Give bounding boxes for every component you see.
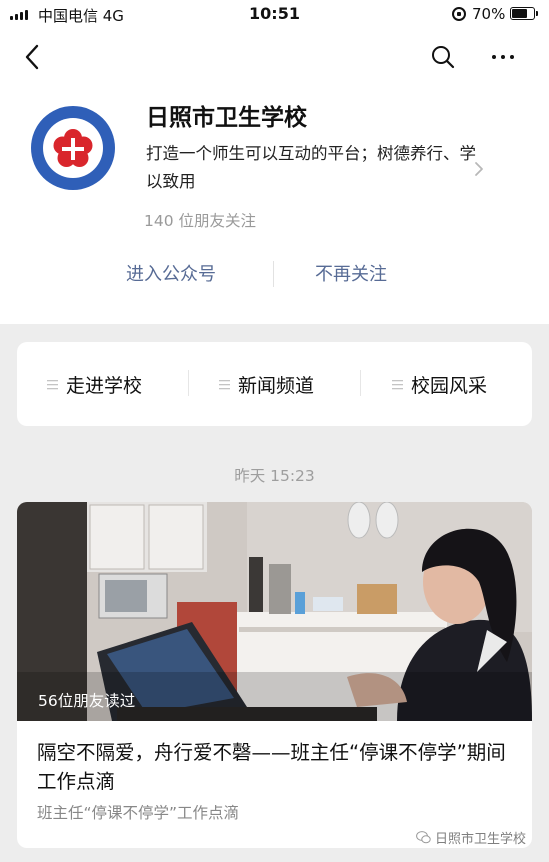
- article-card[interactable]: 56位朋友读过 隔空不隔爱，舟行爱不磬——班主任“停课不停学”期间工作点滴 班主…: [17, 502, 532, 848]
- message-timestamp: 昨天 15:23: [234, 467, 315, 485]
- status-bar: 中国电信 4G 10:51 70%: [0, 0, 549, 28]
- account-description[interactable]: 打造一个师生可以互动的平台；树德养行、学以致用: [146, 140, 476, 196]
- chevron-right-icon[interactable]: [472, 159, 486, 179]
- school-logo: [31, 106, 115, 190]
- clock: 10:51: [249, 4, 300, 23]
- search-icon: [432, 46, 455, 69]
- menu-lines-icon: [47, 380, 58, 390]
- watermark: 日照市卫生学校: [416, 828, 526, 847]
- battery-percent: 70%: [472, 5, 506, 23]
- menu-lines-icon: [392, 380, 403, 390]
- menu-item-label: 走进学校: [66, 375, 143, 397]
- dot-icon: [510, 55, 514, 59]
- dot-icon: [492, 55, 496, 59]
- menu-item-news[interactable]: 新闻频道: [219, 371, 314, 398]
- account-menu: 走进学校 新闻频道 校园风采: [17, 342, 532, 426]
- watermark-text: 日照市卫生学校: [435, 832, 527, 847]
- read-count: 56位朋友读过: [38, 692, 136, 710]
- divider: [188, 370, 189, 396]
- dot-icon: [501, 55, 505, 59]
- rotation-lock-icon: [452, 7, 466, 21]
- unfollow-button[interactable]: 不再关注: [315, 260, 387, 286]
- back-arrow-icon: [25, 44, 39, 70]
- menu-lines-icon: [219, 380, 230, 390]
- account-header: 日照市卫生学校 打造一个师生可以互动的平台；树德养行、学以致用 140 位朋友关…: [0, 28, 549, 324]
- more-options-button[interactable]: [492, 52, 522, 62]
- enter-account-button[interactable]: 进入公众号: [126, 260, 216, 286]
- menu-item-label: 校园风采: [411, 375, 488, 397]
- battery-icon: [510, 7, 538, 20]
- divider: [273, 261, 274, 287]
- account-name: 日照市卫生学校: [146, 105, 307, 131]
- back-button[interactable]: [22, 44, 46, 70]
- divider: [360, 370, 361, 396]
- article-summary: 班主任“停课不停学”工作点滴: [37, 804, 240, 822]
- menu-item-label: 新闻频道: [238, 375, 315, 397]
- menu-item-campus[interactable]: 校园风采: [392, 371, 487, 398]
- menu-item-about-school[interactable]: 走进学校: [47, 371, 142, 398]
- article-title[interactable]: 隔空不隔爱，舟行爱不磬——班主任“停课不停学”期间工作点滴: [37, 738, 517, 796]
- search-button[interactable]: [430, 44, 456, 70]
- wechat-icon: [416, 831, 431, 844]
- followers-count: 140 位朋友关注: [144, 212, 257, 230]
